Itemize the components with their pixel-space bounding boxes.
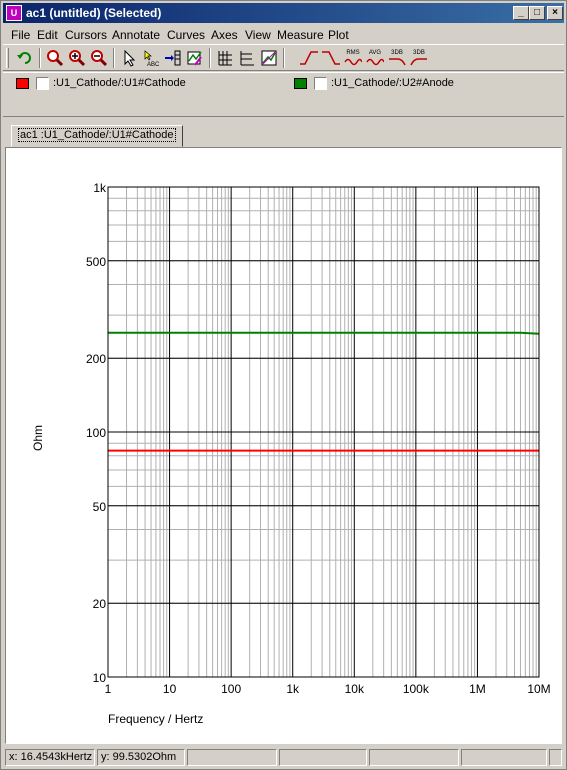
y-tick-label: 1k	[93, 181, 107, 195]
x-axis-grid-icon[interactable]	[215, 48, 235, 68]
add-curve-icon[interactable]	[163, 48, 183, 68]
zoom-in-icon[interactable]	[67, 48, 87, 68]
x-tick-label: 10k	[345, 682, 365, 696]
rise-icon[interactable]	[299, 48, 319, 68]
menu-annotate[interactable]: Annotate	[112, 28, 160, 42]
menu-measure[interactable]: Measure	[277, 28, 324, 42]
curve-color-swatch[interactable]	[16, 78, 29, 89]
menu-curves[interactable]: Curves	[167, 28, 205, 42]
status-cell	[549, 749, 562, 766]
avg-icon[interactable]: AVG	[365, 48, 385, 68]
zoom-out-icon[interactable]	[89, 48, 109, 68]
x-tick-label: 10	[163, 682, 177, 696]
main-window: U ac1 (untitled) (Selected) _ □ × File E…	[0, 0, 567, 770]
curve-color-swatch[interactable]	[294, 78, 307, 89]
x-tick-label: 100k	[403, 682, 430, 696]
toolbar-separator	[283, 48, 285, 68]
y-axis-label: Ohm	[31, 425, 45, 451]
curve-label[interactable]: :U1_Cathode/:U2#Anode	[331, 77, 454, 89]
fall-icon[interactable]	[321, 48, 341, 68]
x-tick-labels: 1 10 100 1k 10k 100k 1M 10M	[105, 682, 551, 696]
tab-plot[interactable]: ac1 :U1_Cathode/:U1#Cathode	[11, 125, 183, 147]
toolbar-grip[interactable]	[6, 48, 9, 68]
text-annotate-icon[interactable]: ABC	[141, 48, 161, 68]
y-tick-label: 50	[93, 500, 107, 514]
y-tick-label: 500	[86, 255, 106, 269]
y-tick-label: 10	[93, 671, 107, 685]
y-tick-labels: 10 20 50 100 200 500 1k	[86, 181, 107, 685]
menu-edit[interactable]: Edit	[37, 28, 58, 42]
y-tick-label: 200	[86, 352, 106, 366]
series-line	[108, 331, 540, 335]
chart-canvas[interactable]: 1 10 100 1k 10k 100k 1M 10M 1020501002005001k F…	[6, 148, 561, 743]
y-tick-label: 100	[86, 426, 106, 440]
status-y-readout: y: 99.5302Ohm	[97, 749, 185, 766]
menu-file[interactable]: File	[11, 28, 30, 42]
x-axis-label: Frequency / Hertz	[108, 712, 203, 726]
title-bar[interactable]: U ac1 (untitled) (Selected) _ □ ×	[3, 3, 564, 23]
zoom-icon[interactable]	[45, 48, 65, 68]
curve-legend-panel: :U1_Cathode/:U1#Cathode :U1_Cathode/:U2#…	[3, 72, 564, 117]
grid	[107, 186, 540, 678]
toolbar-separator	[39, 48, 41, 68]
menu-axes[interactable]: Axes	[211, 28, 238, 42]
app-icon[interactable]: U	[6, 5, 22, 21]
curve-checkbox[interactable]	[36, 77, 49, 90]
x-tick-label: 100	[221, 682, 241, 696]
minimize-button[interactable]: _	[513, 6, 529, 20]
menu-cursors[interactable]: Cursors	[65, 28, 107, 42]
rms-label: RMS	[346, 50, 360, 56]
pointer-icon[interactable]	[119, 48, 139, 68]
menu-bar: File Edit Cursors Annotate Curves Axes V…	[3, 25, 564, 44]
x-tick-label: 1k	[286, 682, 300, 696]
rms-icon[interactable]: RMS	[343, 48, 363, 68]
toolbar: ABC RMS AVG 3DB 3DB	[3, 44, 564, 71]
plot-area[interactable]: 1 10 100 1k 10k 100k 1M 10M 10 20 50 100 200 500 1k F…	[5, 147, 562, 744]
3db-high-icon[interactable]: 3DB	[409, 48, 429, 68]
close-button[interactable]: ×	[547, 6, 563, 20]
y-axis-grid-icon[interactable]	[237, 48, 257, 68]
curve-checkbox[interactable]	[314, 77, 327, 90]
status-cell	[279, 749, 367, 766]
3db-low-icon[interactable]: 3DB	[387, 48, 407, 68]
status-bar: x: 16.4543kHertz y: 99.5302Ohm	[3, 747, 564, 767]
plot-tab-strip: ac1 :U1_Cathode/:U1#Cathode	[3, 121, 564, 147]
toolbar-separator	[209, 48, 211, 68]
y-tick-label: 20	[93, 597, 107, 611]
curve-label[interactable]: :U1_Cathode/:U1#Cathode	[53, 77, 186, 89]
svg-text:ABC: ABC	[147, 62, 160, 67]
x-tick-label: 10M	[527, 682, 550, 696]
status-cell	[187, 749, 277, 766]
curve-settings-icon[interactable]	[185, 48, 205, 68]
axis-settings-icon[interactable]	[259, 48, 279, 68]
status-cell	[369, 749, 459, 766]
maximize-button[interactable]: □	[529, 6, 545, 20]
status-cell	[461, 749, 547, 766]
menu-view[interactable]: View	[245, 28, 271, 42]
3db-label: 3DB	[413, 50, 425, 56]
status-x-readout: x: 16.4543kHertz	[5, 749, 95, 766]
x-tick-label: 1M	[469, 682, 486, 696]
menu-plot[interactable]: Plot	[328, 28, 349, 42]
undo-icon[interactable]	[15, 48, 35, 68]
3db-label: 3DB	[391, 50, 403, 56]
window-title: ac1 (untitled) (Selected)	[26, 6, 162, 20]
tab-label: ac1 :U1_Cathode/:U1#Cathode	[18, 128, 176, 142]
avg-label: AVG	[368, 50, 382, 56]
toolbar-separator	[113, 48, 115, 68]
